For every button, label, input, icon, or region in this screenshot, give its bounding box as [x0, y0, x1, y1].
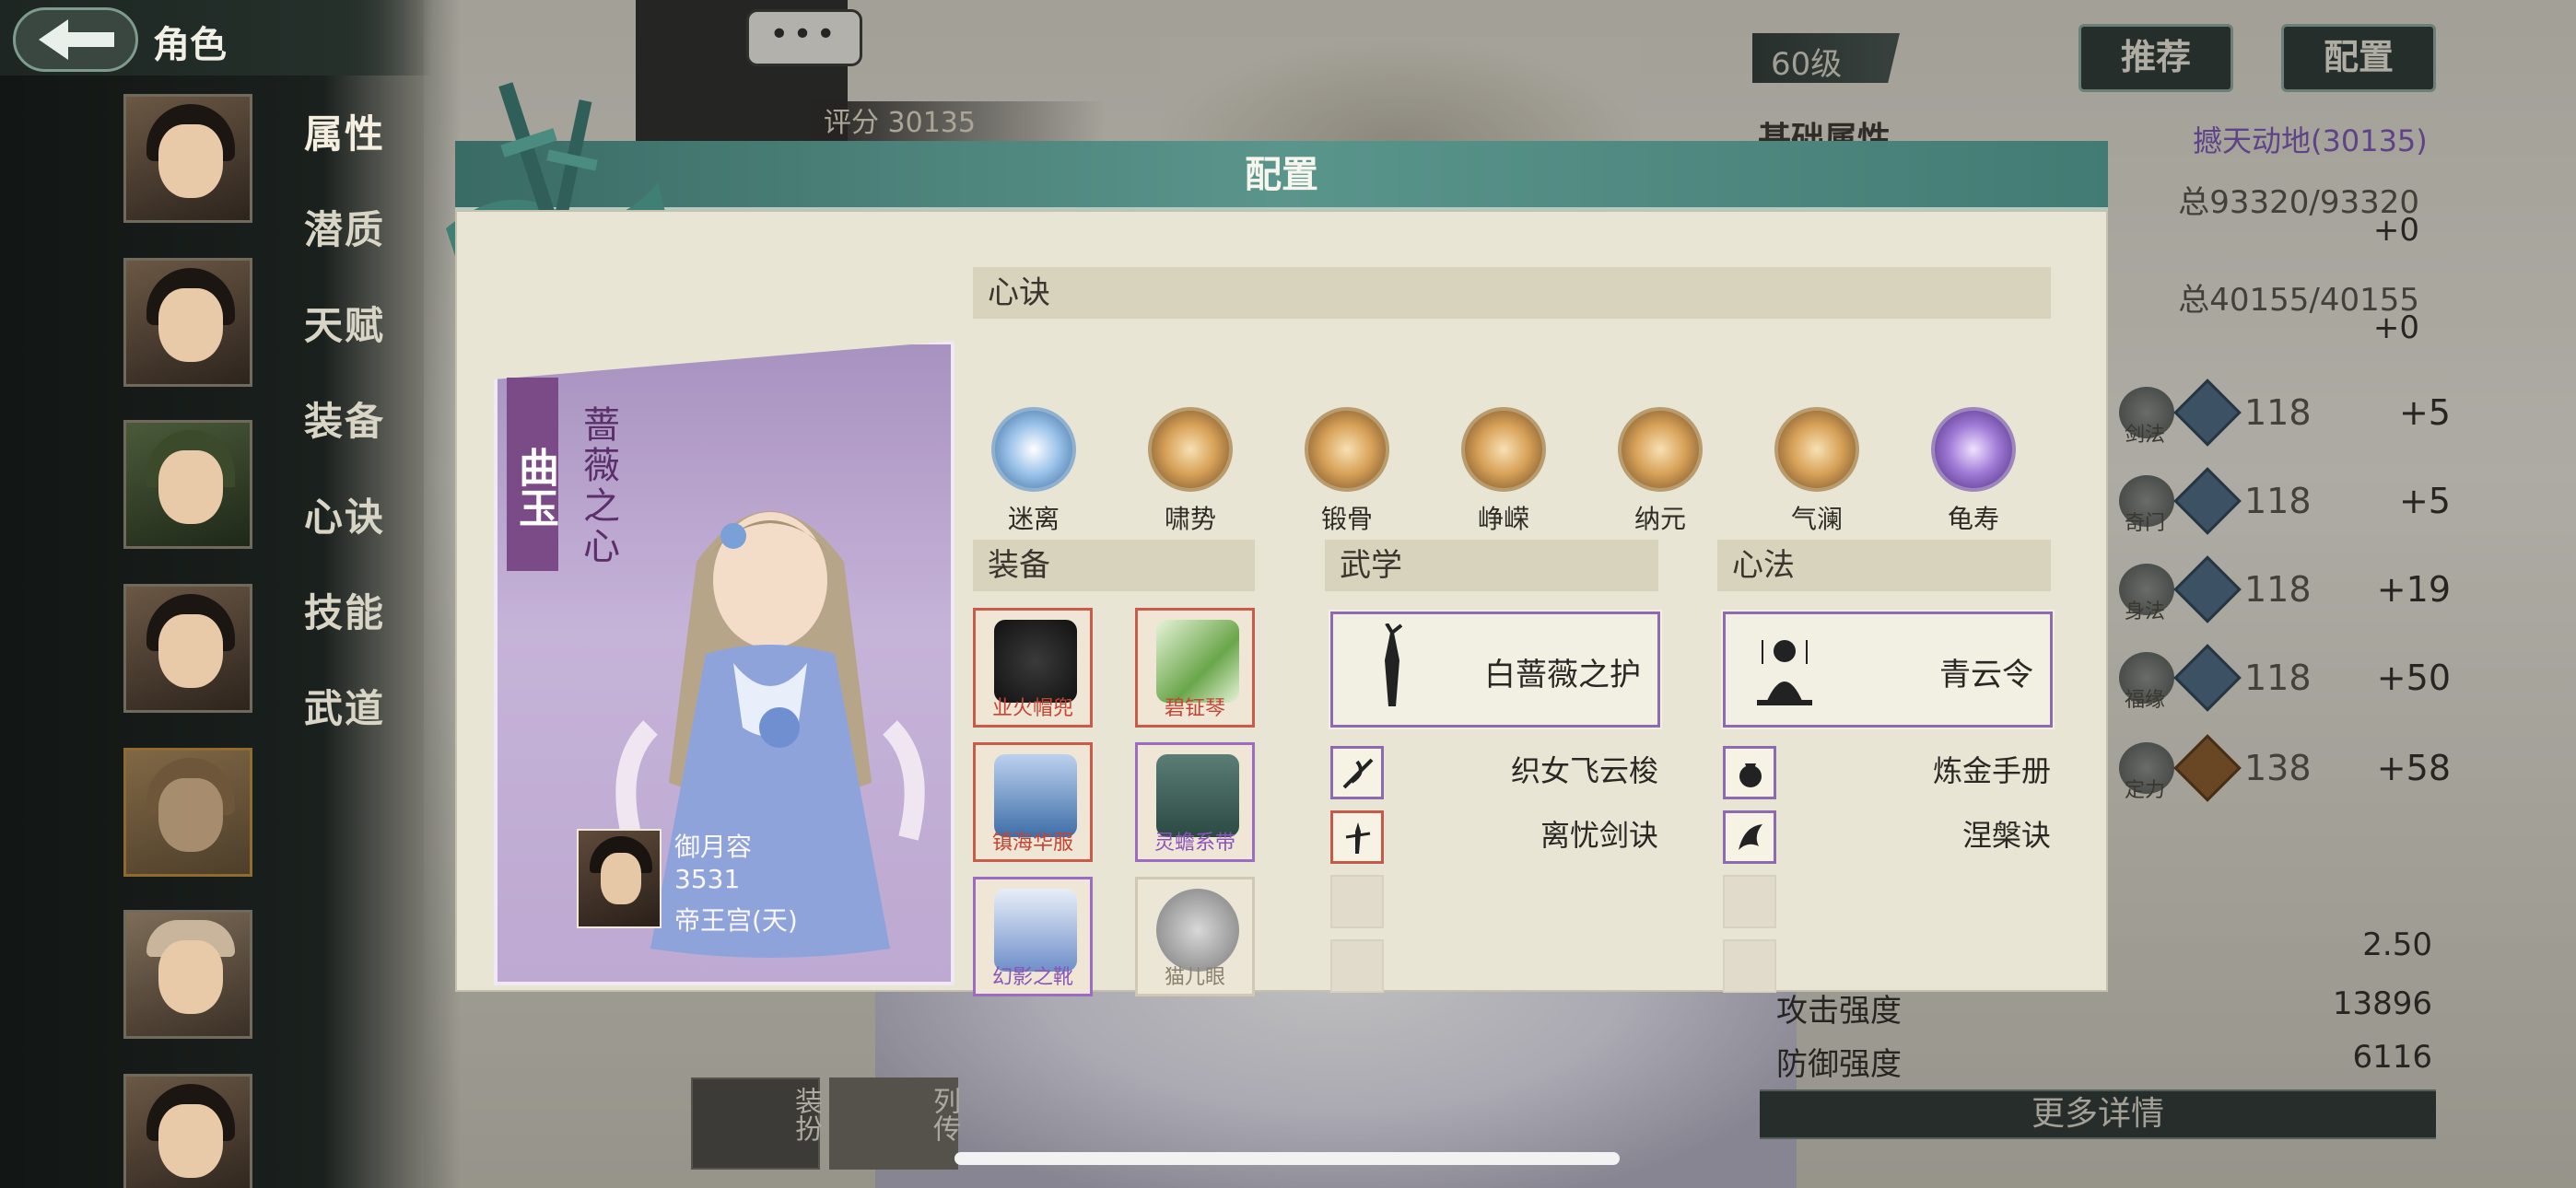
xinjue-label: 啸势: [1164, 504, 1216, 534]
skill-name: 炼金手册: [1932, 753, 2051, 788]
nav-xinjue[interactable]: 心诀: [304, 486, 385, 542]
skill-name: 织女飞云梭: [1510, 753, 1658, 788]
xinjue-label: 气澜: [1790, 504, 1843, 534]
character-card[interactable]: 曲玉 蔷薇之心 御月容 3531 帝王宫(天): [494, 341, 954, 985]
equipment-header: 装备: [973, 540, 1255, 591]
nav-skills[interactable]: 技能: [304, 582, 385, 638]
nav-potential[interactable]: 潜质: [304, 199, 385, 255]
equipment-slot-zither[interactable]: 碧钲琴: [1135, 608, 1255, 728]
equipment-slot-boots[interactable]: 幻影之靴: [973, 877, 1093, 996]
character-avatar[interactable]: [123, 420, 252, 549]
skill-name: 涅槃诀: [1961, 818, 2051, 853]
xinjue-header: 心诀: [973, 267, 2051, 319]
zither-icon: [1156, 620, 1239, 703]
alchemy-icon: [1739, 763, 1762, 787]
xinfa-skill-slot[interactable]: [1723, 810, 1776, 864]
skill-name: 青云令: [1939, 657, 2033, 693]
xinjue-icon-7[interactable]: [1931, 407, 2016, 492]
martial-skill-empty-slot[interactable]: [1330, 939, 1384, 993]
xinjue-icon-2[interactable]: [1148, 407, 1233, 492]
equipment-name: 镇海华服: [991, 832, 1073, 855]
modal-title: 配置: [1245, 154, 1318, 196]
xinjue-label: 峥嵘: [1477, 504, 1529, 534]
card-subtitle: 蔷薇之心: [577, 405, 619, 567]
modal-body: 曲玉 蔷薇之心 御月容 3531 帝王宫(天) 心诀 迷离 啸势 锻骨 峥嵘 纳…: [455, 210, 2108, 996]
xinjue-label: 锻骨: [1320, 504, 1373, 534]
back-button[interactable]: [13, 7, 138, 72]
martial-main-skill[interactable]: 白蔷薇之护: [1329, 610, 1662, 729]
owner-name: 御月容: [674, 832, 753, 862]
character-avatar[interactable]: [123, 94, 252, 223]
flying-shuttle-icon: [1342, 758, 1374, 789]
phoenix-icon: [1739, 824, 1762, 850]
card-character-name: 曲玉: [507, 378, 558, 571]
owner-avatar: [577, 829, 662, 928]
nav-attributes[interactable]: 属性: [304, 103, 385, 159]
martial-header: 武学: [1325, 540, 1658, 591]
character-avatar[interactable]: [123, 910, 252, 1039]
character-sidebar: 角色 属性 潜质 天赋 装备 心诀 技能 武道: [0, 0, 461, 1188]
dancer-icon: [1385, 623, 1403, 706]
robe-icon: [994, 754, 1077, 837]
martial-skill-slot[interactable]: [1330, 810, 1384, 864]
equipment-name: 碧钲琴: [1164, 697, 1225, 720]
martial-skill-empty-slot[interactable]: [1330, 875, 1384, 928]
equipment-name: 灵蟾系带: [1153, 832, 1235, 855]
skill-name: 白蔷薇之护: [1484, 657, 1641, 693]
sword-dance-icon: [1345, 822, 1371, 854]
nav-equipment[interactable]: 装备: [304, 390, 385, 447]
skill-name: 离忧剑诀: [1540, 818, 1658, 853]
equipment-slot-robe[interactable]: 镇海华服: [973, 742, 1093, 862]
equipment-name: 猫儿眼: [1164, 966, 1225, 989]
owner-power: 3531: [674, 864, 741, 894]
character-avatar[interactable]: [123, 1074, 252, 1188]
xinjue-label: 迷离: [1007, 504, 1060, 534]
page-title: 角色: [153, 24, 227, 66]
modal-header: 配置: [455, 141, 2108, 210]
xinfa-skill-empty-slot[interactable]: [1723, 939, 1776, 993]
header-bar: 角色: [0, 0, 433, 76]
equipment-name: 业火帽兜: [991, 697, 1073, 720]
xinfa-skill-empty-slot[interactable]: [1723, 875, 1776, 928]
game-screen: ••• 评分 30135 60级 推荐 配置 基础属性 撼天动地(30135) …: [0, 0, 2576, 1188]
martial-skill-slot[interactable]: [1330, 746, 1384, 799]
equipment-slot-hood[interactable]: 业火帽兜: [973, 608, 1093, 728]
equipment-name: 幻影之靴: [991, 966, 1073, 989]
nav-martial-way[interactable]: 武道: [304, 678, 385, 734]
coin-icon: [1156, 889, 1239, 972]
xinjue-icon-1[interactable]: [991, 407, 1076, 492]
xinfa-main-skill[interactable]: 青云令: [1721, 610, 2055, 729]
xinjue-icon-5[interactable]: [1618, 407, 1703, 492]
nav-talent[interactable]: 天赋: [304, 295, 385, 351]
xinjue-icon-3[interactable]: [1305, 407, 1389, 492]
home-indicator[interactable]: [954, 1152, 1620, 1165]
character-avatar[interactable]: [123, 258, 252, 387]
xinfa-skill-slot[interactable]: [1723, 746, 1776, 799]
owner-server: 帝王宫(天): [674, 905, 798, 936]
equipment-slot-gem[interactable]: 猫儿眼: [1135, 877, 1255, 996]
xinjue-icon-4[interactable]: [1461, 407, 1546, 492]
character-avatar-selected[interactable]: [123, 748, 252, 877]
equipment-slot-belt[interactable]: 灵蟾系带: [1135, 742, 1255, 862]
xinjue-label: 纳元: [1633, 504, 1686, 534]
xinfa-header: 心法: [1717, 540, 2051, 591]
belt-icon: [1156, 754, 1239, 837]
boots-icon: [994, 889, 1077, 972]
meditating-figure-icon: [1757, 640, 1812, 705]
xinjue-label: 龟寿: [1947, 504, 1999, 534]
config-modal: 配置 曲玉 蔷薇之心 御月容 3531 帝王宫(天) 心诀 迷离 啸势 锻骨 峥…: [446, 82, 2108, 996]
xinjue-icon-6[interactable]: [1774, 407, 1859, 492]
hood-icon: [994, 620, 1077, 703]
character-avatar[interactable]: [123, 584, 252, 713]
back-arrow-icon: [39, 19, 114, 60]
